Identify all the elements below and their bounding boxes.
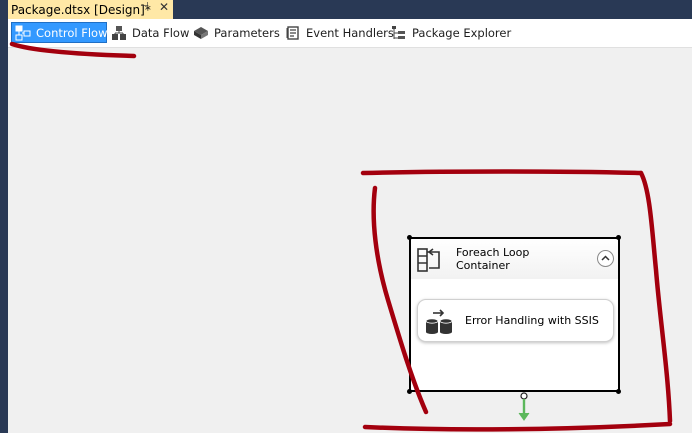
document-tab-strip: Package.dtsx [Design]* ⊣ ✕ (0, 0, 692, 19)
document-tab-package[interactable]: Package.dtsx [Design]* ⊣ ✕ (8, 0, 173, 19)
tab-parameters[interactable]: Parameters (193, 22, 280, 43)
selection-handle[interactable] (616, 235, 621, 240)
tab-label: Event Handlers (306, 25, 394, 40)
container-header[interactable]: Foreach Loop Container (411, 239, 618, 279)
tab-control-flow[interactable]: Control Flow (11, 22, 107, 43)
tab-package-explorer[interactable]: Package Explorer (391, 22, 511, 43)
tab-data-flow[interactable]: Data Flow (111, 22, 189, 43)
selection-handle[interactable] (407, 235, 412, 240)
task-label: Error Handling with SSIS (465, 314, 599, 327)
event-handlers-icon (285, 25, 301, 41)
tab-label: Data Flow (132, 25, 190, 40)
chevron-up-icon[interactable] (597, 250, 614, 267)
execute-sql-task-icon (425, 308, 455, 338)
package-explorer-icon (391, 25, 407, 41)
foreach-loop-container[interactable]: Foreach Loop Container Error Handling wi… (409, 237, 620, 392)
parameters-icon (193, 25, 209, 41)
tab-event-handlers[interactable]: Event Handlers (285, 22, 394, 43)
container-title-line2: Container (456, 259, 510, 272)
precedence-constraint-arrow[interactable] (516, 392, 532, 424)
container-title-line1: Foreach Loop (456, 246, 530, 259)
document-tab-title: Package.dtsx [Design]* (11, 2, 151, 17)
data-flow-icon (111, 25, 127, 41)
window-left-edge (0, 19, 8, 433)
selection-handle[interactable] (616, 389, 621, 394)
selection-handle[interactable] (407, 389, 412, 394)
control-flow-canvas[interactable]: Foreach Loop Container Error Handling wi… (8, 48, 692, 433)
container-title: Foreach Loop Container (456, 246, 576, 272)
package-designer: Control Flow Data Flow Parameters Event … (8, 19, 692, 433)
tab-label: Parameters (214, 25, 280, 40)
tab-label: Package Explorer (412, 25, 512, 40)
pin-icon[interactable]: ⊣ (140, 1, 149, 12)
execute-sql-task[interactable]: Error Handling with SSIS (417, 299, 614, 342)
tab-label: Control Flow (36, 25, 108, 40)
close-icon[interactable]: ✕ (159, 0, 169, 14)
designer-tab-bar: Control Flow Data Flow Parameters Event … (8, 19, 692, 48)
control-flow-icon (15, 25, 31, 41)
foreach-loop-icon (417, 248, 441, 276)
